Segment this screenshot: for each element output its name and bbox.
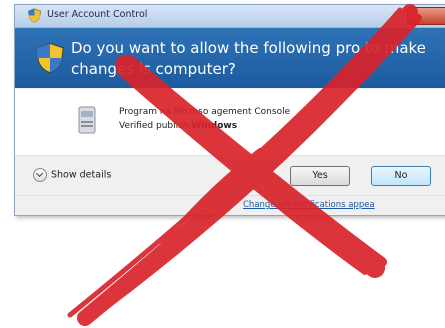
question-line-2: changes is computer? [71, 60, 236, 78]
program-name-value: Microso agement Console [173, 107, 291, 117]
dialog-footer: Change wh notifications appea [15, 195, 445, 216]
window-title: User Account Control [47, 9, 148, 20]
dialog-question: Do you want to allow the following pro t… [71, 38, 445, 80]
console-program-icon [78, 106, 96, 134]
close-button[interactable] [407, 7, 445, 25]
show-details-label: Show details [51, 169, 112, 181]
change-notifications-link[interactable]: Change wh notifications appea [243, 200, 375, 210]
chevron-down-icon [33, 168, 47, 182]
title-bar: User Account Control [15, 5, 445, 28]
program-name-label: Program na [119, 107, 172, 117]
publisher-row: Verified publish Windows [119, 121, 237, 131]
uac-shield-icon [36, 42, 64, 74]
show-details-toggle[interactable]: Show details [33, 168, 111, 182]
question-line-1: Do you want to allow the following pro t… [71, 39, 426, 57]
publisher-value: Windows [191, 121, 238, 131]
uac-shield-icon [28, 8, 41, 23]
button-row: Show details Yes No [15, 155, 445, 196]
program-name-row: Program na Microso agement Console [119, 107, 290, 117]
uac-dialog: User Account Control Do you want to allo… [14, 4, 445, 216]
no-button[interactable]: No [371, 166, 431, 186]
dialog-header: Do you want to allow the following pro t… [15, 28, 445, 88]
publisher-label: Verified publish [119, 121, 189, 131]
yes-button[interactable]: Yes [290, 166, 350, 186]
program-info: Program na Microso agement Console Verif… [15, 89, 445, 155]
